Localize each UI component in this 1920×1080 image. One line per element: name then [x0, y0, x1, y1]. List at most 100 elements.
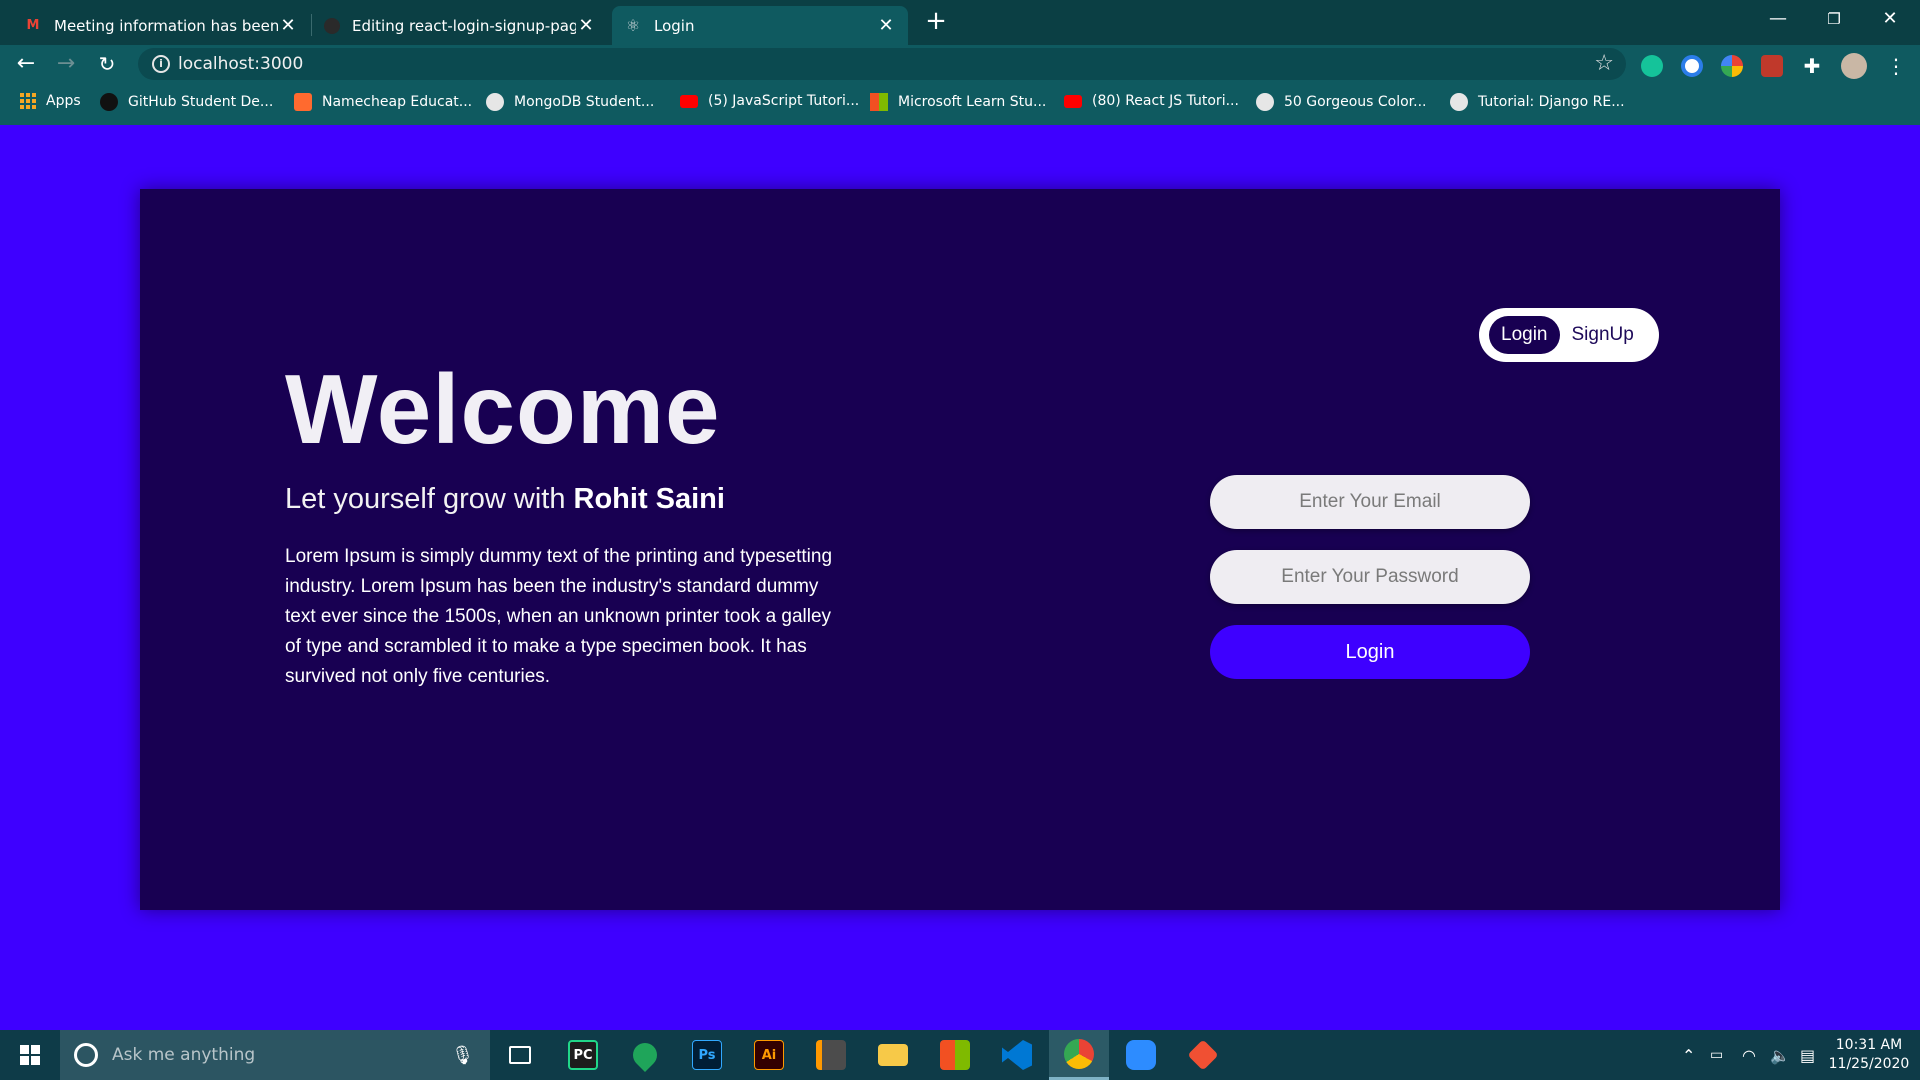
- microphone-icon[interactable]: 🎙: [451, 1045, 474, 1066]
- microsoft-icon: [870, 93, 888, 111]
- namecheap-icon: [294, 93, 312, 111]
- menu-kebab-icon[interactable]: ⋮: [1885, 55, 1907, 77]
- restore-icon[interactable]: ❐: [1806, 0, 1862, 40]
- tab-login[interactable]: ⚛ Login ✕: [612, 6, 908, 45]
- hero-description: Lorem Ipsum is simply dummy text of the …: [285, 546, 833, 687]
- login-card: Welcome Let yourself grow with Rohit Sai…: [140, 189, 1780, 910]
- bookmark-label: Namecheap Educat...: [322, 94, 473, 110]
- volume-icon[interactable]: 🔈: [1770, 1030, 1790, 1080]
- map-pin-icon: [628, 1038, 662, 1072]
- bookmark-django[interactable]: Tutorial: Django RE...: [1450, 93, 1625, 111]
- taskbar-illustrator[interactable]: Ai: [739, 1030, 799, 1080]
- close-window-icon[interactable]: ✕: [1862, 0, 1918, 40]
- avatar[interactable]: [1841, 53, 1867, 79]
- bookmark-label: (80) React JS Tutori...: [1092, 93, 1239, 109]
- taskbar-pycharm[interactable]: PC: [553, 1030, 613, 1080]
- tagline-prefix: Let yourself grow with: [285, 483, 574, 515]
- github-icon: [324, 17, 340, 34]
- bookmark-microsoft-learn[interactable]: Microsoft Learn Stu...: [870, 93, 1046, 111]
- bookmark-namecheap[interactable]: Namecheap Educat...: [294, 93, 472, 111]
- bookmark-javascript[interactable]: (5) JavaScript Tutori...: [680, 93, 859, 109]
- task-view-icon: [509, 1046, 531, 1064]
- github-icon: [100, 93, 118, 111]
- toggle-signup[interactable]: SignUp: [1560, 316, 1646, 354]
- bookmark-label: Apps: [46, 93, 81, 109]
- bookmark-star-icon[interactable]: ☆: [1594, 51, 1614, 76]
- bookmark-colors[interactable]: 50 Gorgeous Color...: [1256, 93, 1427, 111]
- tab-gmail[interactable]: M Meeting information has been up ✕: [12, 6, 310, 45]
- taskbar-git[interactable]: [1173, 1030, 1233, 1080]
- clock-time: 10:31 AM: [1835, 1037, 1903, 1053]
- close-tab-icon[interactable]: ✕: [876, 15, 896, 36]
- youtube-icon: [1064, 94, 1082, 108]
- reload-icon[interactable]: ↻: [91, 49, 123, 79]
- folder-icon: [878, 1044, 908, 1066]
- browser-tab-strip: M Meeting information has been up ✕ Edit…: [0, 0, 1920, 45]
- palette-icon: [1256, 93, 1274, 111]
- tab-github[interactable]: Editing react-login-signup-page/ ✕: [312, 6, 608, 45]
- globe-icon: [486, 93, 504, 111]
- author-name: Rohit Saini: [573, 483, 725, 515]
- tab-title: Editing react-login-signup-page/: [352, 16, 576, 35]
- close-tab-icon[interactable]: ✕: [278, 15, 298, 36]
- tab-title: Login: [654, 16, 695, 35]
- login-button[interactable]: Login: [1210, 625, 1530, 679]
- extension-icon[interactable]: [1681, 55, 1703, 77]
- new-tab-button[interactable]: +: [922, 6, 950, 36]
- taskbar-chrome[interactable]: [1049, 1030, 1109, 1080]
- sublime-icon: [816, 1040, 846, 1070]
- bookmark-github[interactable]: GitHub Student De...: [100, 93, 273, 111]
- search-placeholder: Ask me anything: [112, 1045, 256, 1065]
- bookmark-label: 50 Gorgeous Color...: [1284, 94, 1427, 110]
- wifi-icon[interactable]: ◠: [1742, 1030, 1756, 1080]
- taskbar-vscode[interactable]: [987, 1030, 1047, 1080]
- info-icon[interactable]: i: [152, 55, 170, 73]
- tab-title: Meeting information has been up: [54, 16, 278, 35]
- email-field[interactable]: [1210, 475, 1530, 529]
- react-icon: ⚛: [625, 16, 641, 35]
- task-view-button[interactable]: [490, 1030, 550, 1080]
- chrome-icon: [1064, 1038, 1094, 1069]
- zoom-icon: [1126, 1040, 1156, 1070]
- photoshop-icon: Ps: [692, 1040, 722, 1070]
- toggle-login[interactable]: Login: [1489, 316, 1560, 354]
- illustrator-icon: Ai: [754, 1040, 784, 1070]
- address-bar[interactable]: i localhost:3000 ☆: [138, 48, 1626, 80]
- taskbar-search[interactable]: Ask me anything 🎙: [60, 1030, 490, 1080]
- color-picker-icon[interactable]: [1721, 55, 1743, 77]
- bookmark-mongodb[interactable]: MongoDB Student...: [486, 93, 654, 111]
- taskbar-photoshop[interactable]: Ps: [677, 1030, 737, 1080]
- windows-taskbar: Ask me anything 🎙 PC Ps Ai ⌃ ▭ ◠ 🔈 ▤ 10:…: [0, 1030, 1920, 1080]
- close-tab-icon[interactable]: ✕: [576, 15, 596, 36]
- url-text: localhost:3000: [178, 54, 304, 74]
- system-clock[interactable]: 10:31 AM 11/25/2020: [1826, 1036, 1912, 1074]
- taskbar-store[interactable]: [925, 1030, 985, 1080]
- taskbar-file-explorer[interactable]: [863, 1030, 923, 1080]
- bookmark-react[interactable]: (80) React JS Tutori...: [1064, 93, 1239, 109]
- taskbar-maps[interactable]: [615, 1030, 675, 1080]
- battery-icon[interactable]: ▭: [1710, 1030, 1723, 1080]
- forward-arrow-icon[interactable]: →: [50, 49, 82, 79]
- bookmarks-bar: Apps GitHub Student De... Namecheap Educ…: [0, 83, 1920, 125]
- start-button[interactable]: [0, 1030, 60, 1080]
- password-field[interactable]: [1210, 550, 1530, 604]
- tagline: Let yourself grow with Rohit Saini: [285, 483, 845, 516]
- youtube-icon: [680, 94, 698, 108]
- gmail-icon: M: [26, 18, 40, 33]
- show-hidden-icons[interactable]: ⌃: [1682, 1030, 1695, 1080]
- globe-icon: [1450, 93, 1468, 111]
- notification-icon[interactable]: ▤: [1800, 1030, 1815, 1080]
- welcome-title: Welcome: [285, 354, 721, 464]
- bookmark-apps[interactable]: Apps: [20, 93, 81, 109]
- cortana-icon: [74, 1043, 98, 1067]
- back-arrow-icon[interactable]: ←: [10, 49, 42, 79]
- puzzle-icon[interactable]: ✚: [1801, 55, 1823, 77]
- extension-icon[interactable]: [1761, 55, 1783, 77]
- minimize-icon[interactable]: —: [1750, 0, 1806, 40]
- git-icon: [1187, 1039, 1219, 1071]
- clock-date: 11/25/2020: [1828, 1056, 1910, 1072]
- taskbar-zoom[interactable]: [1111, 1030, 1171, 1080]
- windows-icon: [20, 1045, 40, 1065]
- grammarly-icon[interactable]: [1641, 55, 1663, 77]
- taskbar-sublime[interactable]: [801, 1030, 861, 1080]
